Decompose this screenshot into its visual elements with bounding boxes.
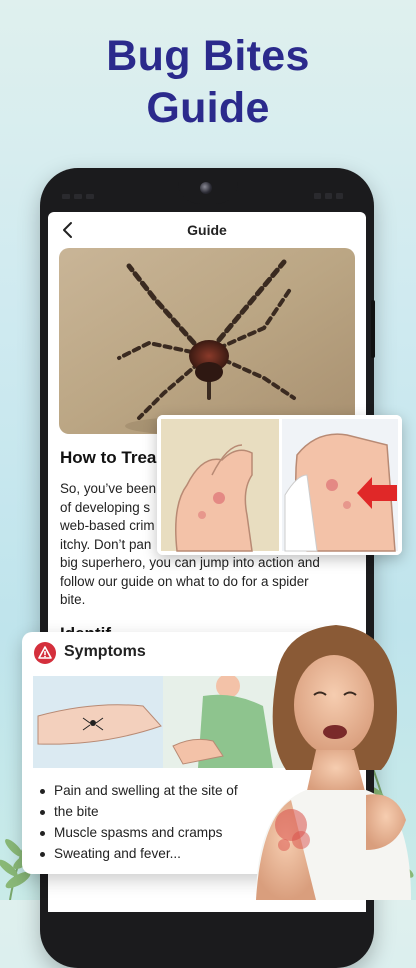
page-title: Guide [187,222,227,238]
headline-line-2: Guide [146,84,270,132]
article-title: How to Trea [60,448,157,467]
camera-icon [200,182,212,194]
symptom-item: Sweating and fever... [37,843,267,864]
article-line: follow our guide on what to do for a spi… [60,573,309,589]
spider-hero-image [59,248,355,434]
app-bar: Guide [48,212,366,248]
symptom-item-continuation: the bite [37,801,267,822]
symptoms-list: Pain and swelling at the site of the bit… [37,780,267,864]
bite-illustration-card [157,415,402,555]
woman-with-rash-photo [256,625,411,900]
symptom-item: Pain and swelling at the site of [37,780,267,801]
symptom-item: Muscle spasms and cramps [37,822,267,843]
article-line: big superhero, you can jump into action … [60,555,320,570]
promo-headline: Bug Bites Guide [0,30,416,134]
headline-line-1: Bug Bites [106,32,310,80]
status-bar-right [314,186,354,199]
phone-side-button [371,300,375,358]
article-line: bite. [60,592,86,607]
warning-icon [34,642,56,664]
status-bar-left [62,186,112,199]
symptoms-title: Symptoms [64,643,146,660]
